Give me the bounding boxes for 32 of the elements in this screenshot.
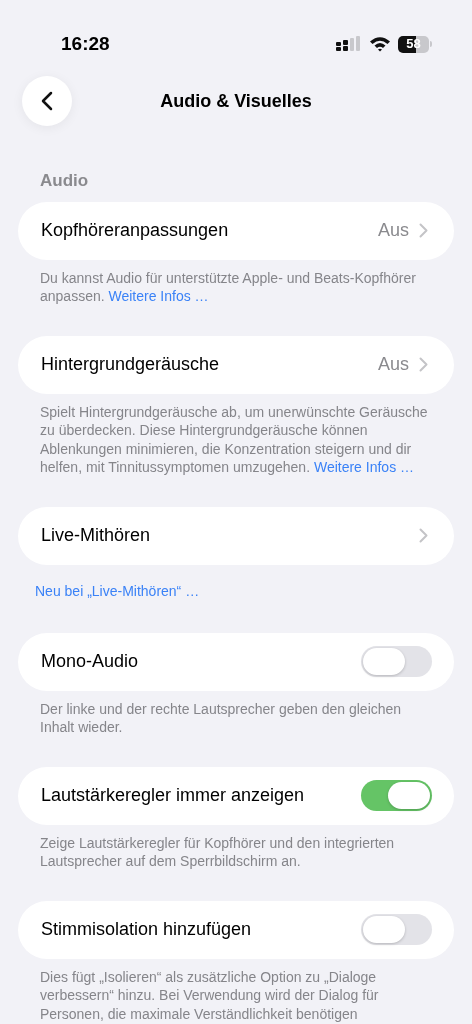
section-header: Audio: [40, 171, 89, 190]
chevron-icon: [419, 223, 428, 238]
footer-text: Der linke und der rechte Lautsprecher geben den gleichen Inhalt wieder.: [39, 699, 403, 737]
settings-row[interactable]: Hintergrundgeräusche Aus: [18, 335, 454, 394]
row-label: Lautstärkeregler immer anzeigen: [41, 784, 306, 807]
settings-row[interactable]: Mono-Audio: [18, 632, 454, 691]
wifi-icon: [369, 36, 391, 52]
row-label: Hintergrundgeräusche: [41, 353, 221, 376]
toggle-switch[interactable]: [361, 780, 432, 811]
settings-row[interactable]: Live-Mithören: [18, 506, 454, 565]
page-title: Audio & Visuelles: [160, 89, 312, 113]
back-icon: [41, 91, 53, 111]
footer-text: Dies fügt „Isolieren“ als zusätzliche Option zu „Dialoge verbessern“ hinzu. Bei Verwendung wird der Dialog für Personen, die maximale Verständlichkeit benötigen: [39, 967, 380, 1023]
row-label: Live-Mithören: [41, 524, 152, 547]
settings-row[interactable]: Lautstärkeregler immer anzeigen: [18, 766, 454, 825]
toggle-switch[interactable]: [361, 646, 432, 677]
toggle-switch[interactable]: [361, 914, 432, 945]
settings-row[interactable]: Stimmisolation hinzufügen: [18, 900, 454, 959]
footer-text: Spielt Hintergrundgeräusche ab, um unerwünschte Geräusche zu überdecken. Diese Hintergrundgeräusche können Ablenkungen minimieren, die Konzentration steigern und dir helfen, mit Tinnitussymptomen umzugehen. Weitere Infos …: [39, 402, 429, 477]
row-label: Stimmisolation hinzufügen: [41, 918, 253, 941]
footer-text: Du kannst Audio für unterstützte Apple- und Beats-Kopfhörer anpassen. Weitere Infos …: [39, 268, 417, 306]
footer-text: Zeige Lautstärkeregler für Kopfhörer und den integrierten Lautsprecher auf dem Sperrbildschirm an.: [39, 833, 396, 871]
chevron-icon: [419, 528, 428, 543]
row-label: Mono-Audio: [41, 650, 140, 673]
signal-icon: [336, 36, 362, 52]
row-value: Aus: [377, 353, 409, 376]
settings-row[interactable]: Kopfhöreranpassungen Aus: [18, 201, 454, 260]
status-time: 16:28: [61, 31, 110, 56]
back-button[interactable]: [22, 76, 72, 126]
row-label: Kopfhöreranpassungen: [41, 219, 230, 242]
row-value: Aus: [377, 219, 409, 242]
chevron-icon: [419, 357, 428, 372]
